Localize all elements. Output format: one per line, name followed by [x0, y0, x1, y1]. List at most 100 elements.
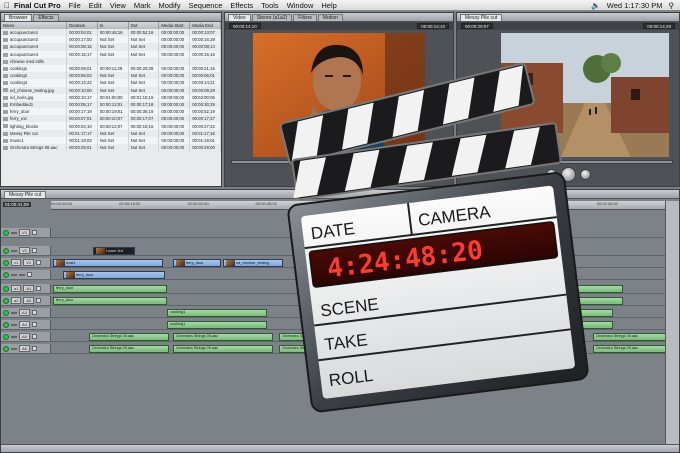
track-enable-toggle[interactable] [3, 285, 9, 292]
source-patch-control[interactable] [11, 231, 17, 234]
app-menu[interactable]: Final Cut Pro [14, 1, 61, 10]
track-enable-toggle[interactable] [3, 271, 9, 278]
audio-clip[interactable]: ferry_door [53, 297, 167, 305]
menu-tools[interactable]: Tools [261, 1, 279, 10]
menu-sequence[interactable]: Sequence [189, 1, 223, 10]
tab-video[interactable]: Video [228, 14, 251, 21]
track-enable-toggle[interactable] [3, 229, 9, 236]
spotlight-icon[interactable]: ⚲ [669, 1, 675, 10]
track-name[interactable] [19, 273, 25, 276]
track-name[interactable]: A1 [23, 285, 35, 292]
browser-row[interactable]: ferry_ext 00:00:07;01 00:00:10;07 00:00:17;… [1, 115, 221, 123]
track-enable-toggle[interactable] [3, 321, 9, 328]
track-lock-icon[interactable] [36, 260, 42, 265]
audio-clip[interactable]: ferry_door [53, 285, 167, 293]
track-enable-toggle[interactable] [3, 309, 9, 316]
canvas-duration[interactable]: 00:00:20;07 [461, 23, 493, 29]
audio-clip[interactable]: Orchestra Strings 09.aac [173, 345, 273, 353]
viewer-duration[interactable]: 00:00:14;10 [229, 23, 261, 29]
canvas-timecode[interactable]: 00:00:14;29 [643, 23, 675, 29]
track-lock-icon[interactable] [27, 272, 32, 277]
menu-help[interactable]: Help [321, 1, 336, 10]
track-lock-icon[interactable] [31, 310, 37, 315]
source-patch-control[interactable]: a1 [11, 285, 22, 292]
track-name[interactable]: V2 [19, 247, 30, 254]
browser-row[interactable]: ed_chinese_testing.jpg 00:00:10;00 Not Set… [1, 86, 221, 94]
track-lock-icon[interactable] [31, 248, 37, 253]
menu-window[interactable]: Window [287, 1, 314, 10]
track-lock-icon[interactable] [31, 322, 37, 327]
source-patch-control[interactable] [11, 311, 17, 314]
browser-row[interactable]: cooking1 00:00:09;01 00:00:11;28 00:00:20;2… [1, 64, 221, 73]
menu-clock[interactable]: Wed 1:17:30 PM [607, 1, 663, 10]
tab-effects[interactable]: Effects [33, 14, 59, 21]
browser-row[interactable]: accupuncture3 00:00:08;15 Not Set Not Set 00… [1, 43, 221, 51]
video-clip[interactable]: ferry_door [173, 259, 221, 267]
video-clip[interactable]: ferry_door [63, 271, 165, 279]
track-enable-toggle[interactable] [3, 297, 9, 304]
tab-motion[interactable]: Motion [317, 14, 343, 21]
track-enable-toggle[interactable] [3, 259, 9, 266]
source-patch-control[interactable] [11, 323, 17, 326]
track-lock-icon[interactable] [31, 230, 37, 235]
menu-edit[interactable]: Edit [89, 1, 102, 10]
track-name[interactable]: A6 [19, 345, 30, 352]
audio-clip[interactable]: cooking1 [167, 321, 267, 329]
browser-column-header[interactable]: Media End [189, 22, 221, 29]
source-patch-control[interactable] [11, 273, 17, 276]
track-name[interactable]: A5 [19, 333, 30, 340]
tab-filters[interactable]: Filters [293, 14, 317, 21]
track-enable-toggle[interactable] [3, 345, 9, 352]
track-lock-icon[interactable] [31, 334, 37, 339]
source-patch-control[interactable] [11, 347, 17, 350]
browser-column-header[interactable]: Media Start [158, 22, 191, 29]
apple-menu-icon[interactable]:  [0, 1, 14, 10]
browser-row[interactable]: cooking3 00:00:14;22 Not Set Not Set 00:00:0… [1, 79, 221, 87]
audio-clip[interactable]: cooking1 [167, 309, 267, 317]
browser-row[interactable]: ferry_door 00:00:17;19 00:00:19;01 00:00:36… [1, 108, 221, 116]
browser-column-header[interactable]: Duration [66, 22, 98, 29]
menu-file[interactable]: File [69, 1, 81, 10]
menu-effects[interactable]: Effects [230, 1, 253, 10]
viewer-timecode[interactable]: 00:00:14;10 [417, 23, 449, 29]
menu-mark[interactable]: Mark [134, 1, 151, 10]
browser-row[interactable]: cooking2 00:00:06;02 Not Set Not Set 00:00:0… [1, 72, 221, 80]
video-clip[interactable]: Lower 3rd [93, 247, 135, 255]
browser-column-header[interactable]: Out [128, 22, 160, 29]
source-patch-control[interactable] [11, 249, 17, 252]
browser-row[interactable]: accupuncture2 00:00:17;00 Not Set Not Set 00… [1, 36, 221, 44]
browser-row[interactable]: accupuncture1 00:00:04;01 00:00:48;16 00:00… [1, 29, 221, 37]
tab-sequence[interactable]: Messy Pile cut [460, 14, 503, 21]
track-lock-icon[interactable] [36, 286, 42, 291]
browser-row[interactable]: Messy Pile cut 00:01:17;17 Not Set Not Set 0… [1, 129, 221, 137]
track-name[interactable]: A2 [23, 297, 35, 304]
tab-timeline-sequence[interactable]: Messy Pile cut [4, 191, 47, 198]
timeline-horizontal-scrollbar[interactable] [1, 444, 679, 452]
timeline-vertical-scrollbar[interactable] [665, 201, 679, 444]
browser-row[interactable]: Orchestra Strings 09.aac 00:00:29;01 Not S… [1, 144, 221, 152]
track-name[interactable]: V1 [23, 259, 35, 266]
source-patch-control[interactable]: v1 [11, 259, 22, 266]
timeline-current-timecode[interactable]: 01:00:41;09 [3, 202, 31, 207]
browser-row[interactable]: chinese med stills [1, 57, 221, 65]
track-name[interactable]: V3 [19, 229, 30, 236]
audio-clip[interactable]: Orchestra Strings 09.aac [173, 333, 273, 341]
volume-icon[interactable]: 🔈 [591, 1, 600, 10]
tab-browser[interactable]: Browser [4, 14, 33, 21]
browser-row[interactable]: Embedded1 00:00:05;17 00:00:12;01 00:00:17;… [1, 100, 221, 109]
track-enable-toggle[interactable] [3, 333, 9, 340]
menu-view[interactable]: View [110, 1, 126, 10]
browser-row[interactable]: music1 00:01:19;02 Not Set Not Set 00:00:00;… [1, 136, 221, 144]
track-name[interactable]: A4 [19, 321, 30, 328]
source-patch-control[interactable] [11, 335, 17, 338]
audio-clip[interactable]: Orchestra Strings 09.aac [89, 345, 169, 353]
track-lock-icon[interactable] [36, 298, 42, 303]
tab-stereo[interactable]: Stereo (a1a2) [251, 14, 293, 21]
track-enable-toggle[interactable] [3, 247, 9, 254]
track-name[interactable]: A3 [19, 309, 30, 316]
video-clip[interactable]: boat1 [53, 259, 163, 267]
browser-row[interactable]: ed_boris.jpg 00:00:10;17 00:01:00;00 00:01:… [1, 93, 221, 101]
menu-modify[interactable]: Modify [159, 1, 181, 10]
track-lock-icon[interactable] [31, 346, 37, 351]
source-patch-control[interactable]: a2 [11, 297, 22, 304]
